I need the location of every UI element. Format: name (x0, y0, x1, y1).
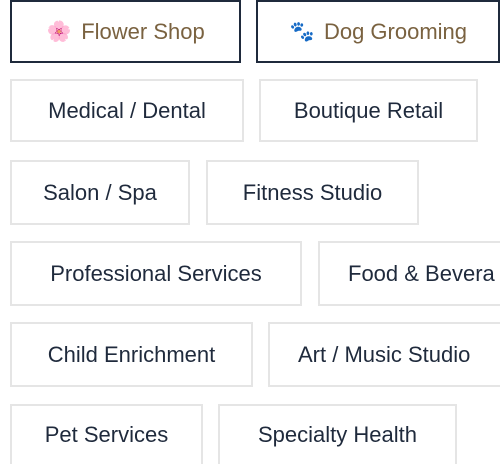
category-label: Pet Services (44, 422, 169, 447)
category-label: Medical / Dental (48, 97, 206, 123)
paw-icon: 🐾 (289, 20, 315, 43)
category-chip-fitness-studio[interactable]: Fitness Studio (206, 160, 419, 225)
category-chip-food-beverage[interactable]: Food & Bevera (318, 241, 500, 306)
category-label: Salon / Spa (43, 179, 157, 205)
category-chip-specialty-health[interactable]: Specialty Health (218, 404, 457, 464)
category-label: Professional Services (50, 260, 262, 286)
category-chip-dog-grooming[interactable]: 🐾 Dog Grooming (256, 0, 500, 63)
category-chip-flower-shop[interactable]: 🌸 Flower Shop (10, 0, 241, 63)
category-chip-professional-services[interactable]: Professional Services (10, 241, 302, 306)
category-label: Child Enrichment (47, 341, 216, 367)
category-chip-salon-spa[interactable]: Salon / Spa (10, 160, 190, 225)
category-label: Art / Music Studio (298, 341, 471, 367)
category-chip-medical-dental[interactable]: Medical / Dental (10, 79, 244, 142)
flower-icon: 🌸 (46, 20, 72, 43)
category-label: Food & Bevera (348, 260, 495, 286)
category-chip-art-music-studio[interactable]: Art / Music Studio (268, 322, 500, 387)
category-label: Boutique Retail (293, 97, 444, 123)
category-label: Specialty Health (258, 422, 417, 447)
category-label: Flower Shop (81, 18, 205, 44)
category-chip-boutique-retail[interactable]: Boutique Retail (259, 79, 478, 142)
category-label: Fitness Studio (242, 179, 383, 205)
category-label: Dog Grooming (323, 18, 468, 44)
category-chip-child-enrichment[interactable]: Child Enrichment (10, 322, 253, 387)
category-chip-pet-services[interactable]: Pet Services (10, 404, 203, 464)
